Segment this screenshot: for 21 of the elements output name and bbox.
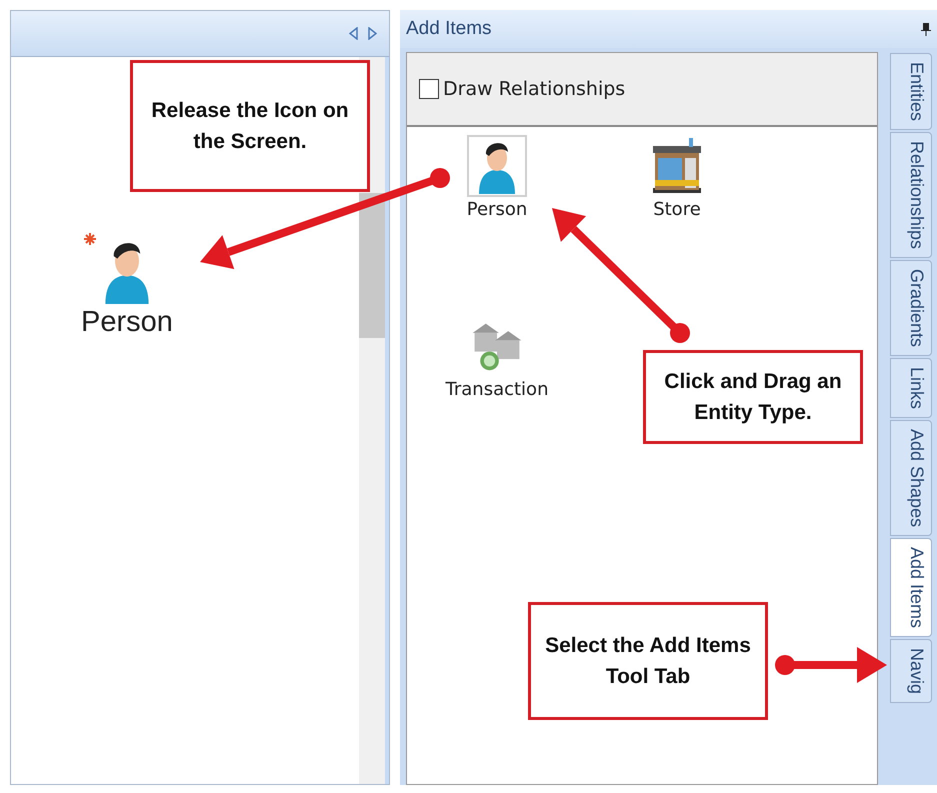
side-tab[interactable]: Links	[890, 358, 932, 418]
entity-type-item[interactable]: Store	[587, 135, 767, 220]
entity-type-item[interactable]: Transaction	[407, 315, 587, 400]
side-tab[interactable]: Entities	[890, 53, 932, 130]
pin-icon[interactable]	[921, 22, 931, 36]
side-tab[interactable]: Navig	[890, 639, 932, 704]
callout-note: Click and Drag an Entity Type.	[643, 350, 863, 444]
entity-type-item[interactable]: Person	[407, 135, 587, 220]
panel-title: Add Items	[406, 18, 492, 40]
checkbox-square[interactable]	[419, 79, 439, 99]
callout-note: Select the Add Items Tool Tab	[528, 602, 768, 720]
scrollbar-thumb[interactable]	[359, 193, 385, 338]
entity-label: Person	[81, 306, 173, 340]
side-tab[interactable]: Add Items	[890, 538, 932, 638]
scroll-right-icon[interactable]	[368, 27, 377, 40]
side-tab[interactable]: Add Shapes	[890, 420, 932, 536]
callout-note: Release the Icon on the Screen.	[130, 60, 370, 192]
side-tab[interactable]: Gradients	[890, 260, 932, 356]
scroll-left-icon[interactable]	[349, 27, 358, 40]
side-tab[interactable]: Relationships	[890, 132, 932, 258]
draw-relationships-checkbox[interactable]: Draw Relationships	[419, 78, 626, 100]
